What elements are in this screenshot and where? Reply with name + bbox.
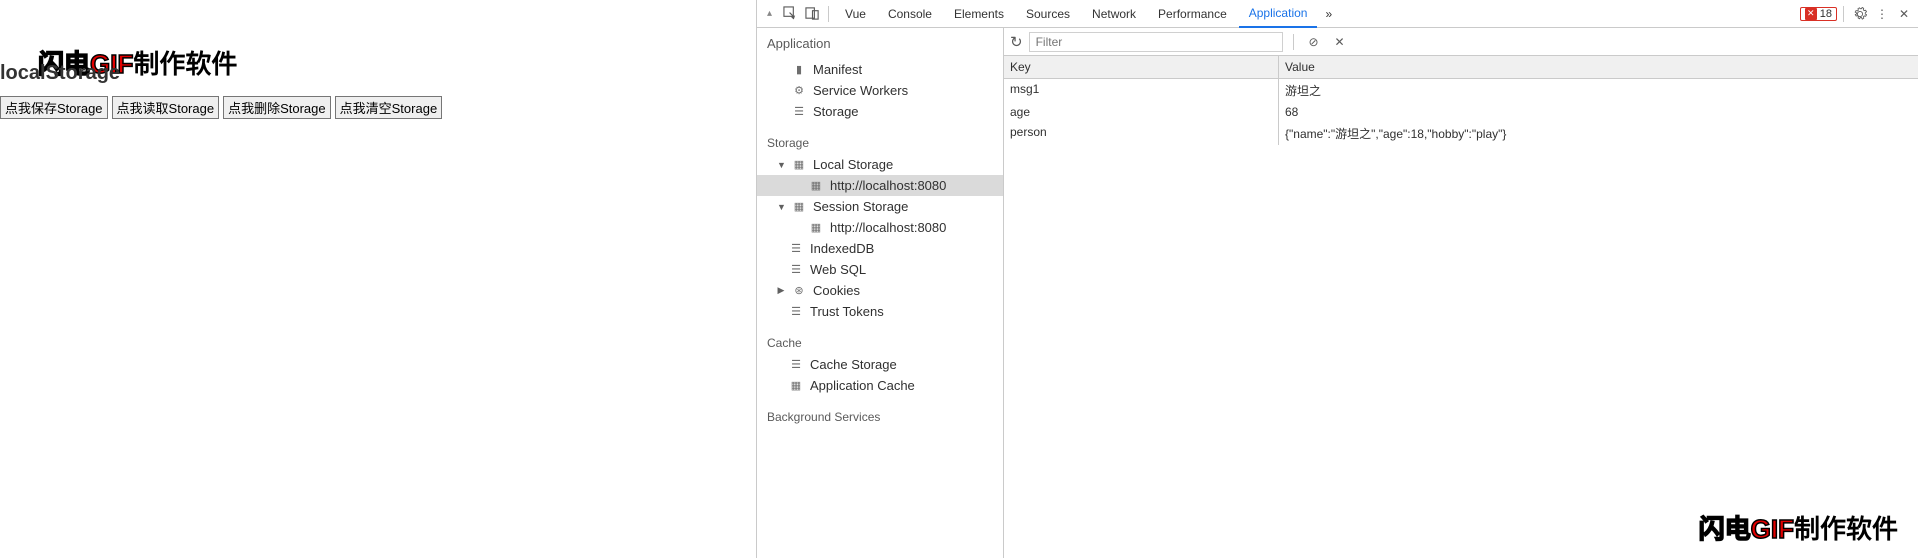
tab-sources[interactable]: Sources: [1016, 1, 1080, 27]
column-value[interactable]: Value: [1279, 56, 1918, 78]
delete-storage-button[interactable]: 点我删除Storage: [223, 96, 331, 119]
storage-content: ↻ ⊘ ✕ Key Value msg1游坦之 age68 person{"na…: [1004, 28, 1918, 558]
tab-elements[interactable]: Elements: [944, 1, 1014, 27]
error-badge[interactable]: ✕18: [1800, 7, 1837, 21]
refresh-icon[interactable]: ↻: [1010, 33, 1023, 51]
storage-table-header: Key Value: [1004, 56, 1918, 79]
database-icon: ☰: [789, 263, 803, 277]
table-row[interactable]: msg1游坦之: [1004, 79, 1918, 102]
page-title: localStorage: [0, 62, 120, 85]
sidebar-item-session-storage-origin[interactable]: ▦http://localhost:8080: [757, 217, 1003, 238]
devtools-tabbar: ▴ Vue Console Elements Sources Network P…: [757, 0, 1918, 28]
more-tabs-icon[interactable]: »: [1319, 7, 1338, 21]
close-devtools-icon[interactable]: ✕: [1894, 4, 1914, 24]
table-row[interactable]: person{"name":"游坦之","age":18,"hobby":"pl…: [1004, 122, 1918, 145]
separator: [1843, 6, 1844, 22]
inspect-element-icon[interactable]: [780, 4, 800, 24]
filter-input[interactable]: [1029, 32, 1283, 52]
file-icon: ▮: [792, 63, 806, 77]
database-icon: ☰: [789, 358, 803, 372]
sidebar-item-session-storage[interactable]: ▼▦Session Storage: [757, 196, 1003, 217]
column-key[interactable]: Key: [1004, 56, 1279, 78]
separator: [1293, 34, 1294, 50]
grid-icon: ▦: [792, 158, 806, 172]
tab-network[interactable]: Network: [1082, 1, 1146, 27]
grid-icon: ▦: [792, 200, 806, 214]
cookie-icon: ⊛: [792, 284, 806, 298]
application-sidebar: Application ▶▮Manifest ▶⚙Service Workers…: [757, 28, 1004, 558]
chevron-down-icon: ▼: [777, 202, 785, 212]
watermark: 闪电GIF制作软件: [1699, 509, 1898, 546]
storage-table-body: msg1游坦之 age68 person{"name":"游坦之","age":…: [1004, 79, 1918, 558]
database-icon: ☰: [789, 305, 803, 319]
device-toolbar-icon[interactable]: [802, 4, 822, 24]
tab-application[interactable]: Application: [1239, 0, 1318, 28]
chevron-down-icon: ▼: [777, 160, 785, 170]
sidebar-item-cache-storage[interactable]: ☰Cache Storage: [757, 354, 1003, 375]
settings-gear-icon[interactable]: [1850, 4, 1870, 24]
clear-all-icon[interactable]: ⊘: [1304, 32, 1324, 52]
kebab-menu-icon[interactable]: ⋮: [1872, 4, 1892, 24]
storage-toolbar: ↻ ⊘ ✕: [1004, 28, 1918, 56]
sidebar-section-cache: Cache: [757, 330, 1003, 354]
separator: [828, 6, 829, 22]
save-storage-button[interactable]: 点我保存Storage: [0, 96, 108, 119]
clear-storage-button[interactable]: 点我清空Storage: [335, 96, 443, 119]
error-x-icon: ✕: [1805, 8, 1817, 20]
collapse-arrow-icon[interactable]: ▴: [761, 8, 778, 19]
delete-selected-icon[interactable]: ✕: [1330, 32, 1350, 52]
sidebar-item-application-cache[interactable]: ▦Application Cache: [757, 375, 1003, 396]
sidebar-item-service-workers[interactable]: ▶⚙Service Workers: [757, 80, 1003, 101]
sidebar-item-local-storage-origin[interactable]: ▦http://localhost:8080: [757, 175, 1003, 196]
grid-icon: ▦: [809, 221, 823, 235]
sidebar-item-cookies[interactable]: ▶⊛Cookies: [757, 280, 1003, 301]
page-viewport: 闪电GIF制作软件 localStorage 点我保存Storage 点我读取S…: [0, 0, 756, 558]
tab-vue[interactable]: Vue: [835, 1, 876, 27]
grid-icon: ▦: [789, 379, 803, 393]
sidebar-item-websql[interactable]: ☰Web SQL: [757, 259, 1003, 280]
tab-performance[interactable]: Performance: [1148, 1, 1237, 27]
database-icon: ☰: [789, 242, 803, 256]
sidebar-section-background-services: Background Services: [757, 404, 1003, 428]
sidebar-item-storage[interactable]: ▶☰Storage: [757, 101, 1003, 122]
sidebar-item-manifest[interactable]: ▶▮Manifest: [757, 59, 1003, 80]
table-row[interactable]: age68: [1004, 102, 1918, 122]
tab-console[interactable]: Console: [878, 1, 942, 27]
gear-icon: ⚙: [792, 84, 806, 98]
error-count: 18: [1820, 8, 1832, 20]
grid-icon: ▦: [809, 179, 823, 193]
button-row: 点我保存Storage 点我读取Storage 点我删除Storage 点我清空…: [0, 96, 442, 119]
sidebar-item-trust-tokens[interactable]: ☰Trust Tokens: [757, 301, 1003, 322]
sidebar-section-storage: Storage: [757, 130, 1003, 154]
sidebar-item-local-storage[interactable]: ▼▦Local Storage: [757, 154, 1003, 175]
read-storage-button[interactable]: 点我读取Storage: [112, 96, 220, 119]
devtools: ▴ Vue Console Elements Sources Network P…: [756, 0, 1918, 558]
database-icon: ☰: [792, 105, 806, 119]
chevron-right-icon: ▶: [777, 285, 785, 296]
sidebar-item-indexeddb[interactable]: ☰IndexedDB: [757, 238, 1003, 259]
sidebar-section-application: Application: [757, 28, 1003, 59]
